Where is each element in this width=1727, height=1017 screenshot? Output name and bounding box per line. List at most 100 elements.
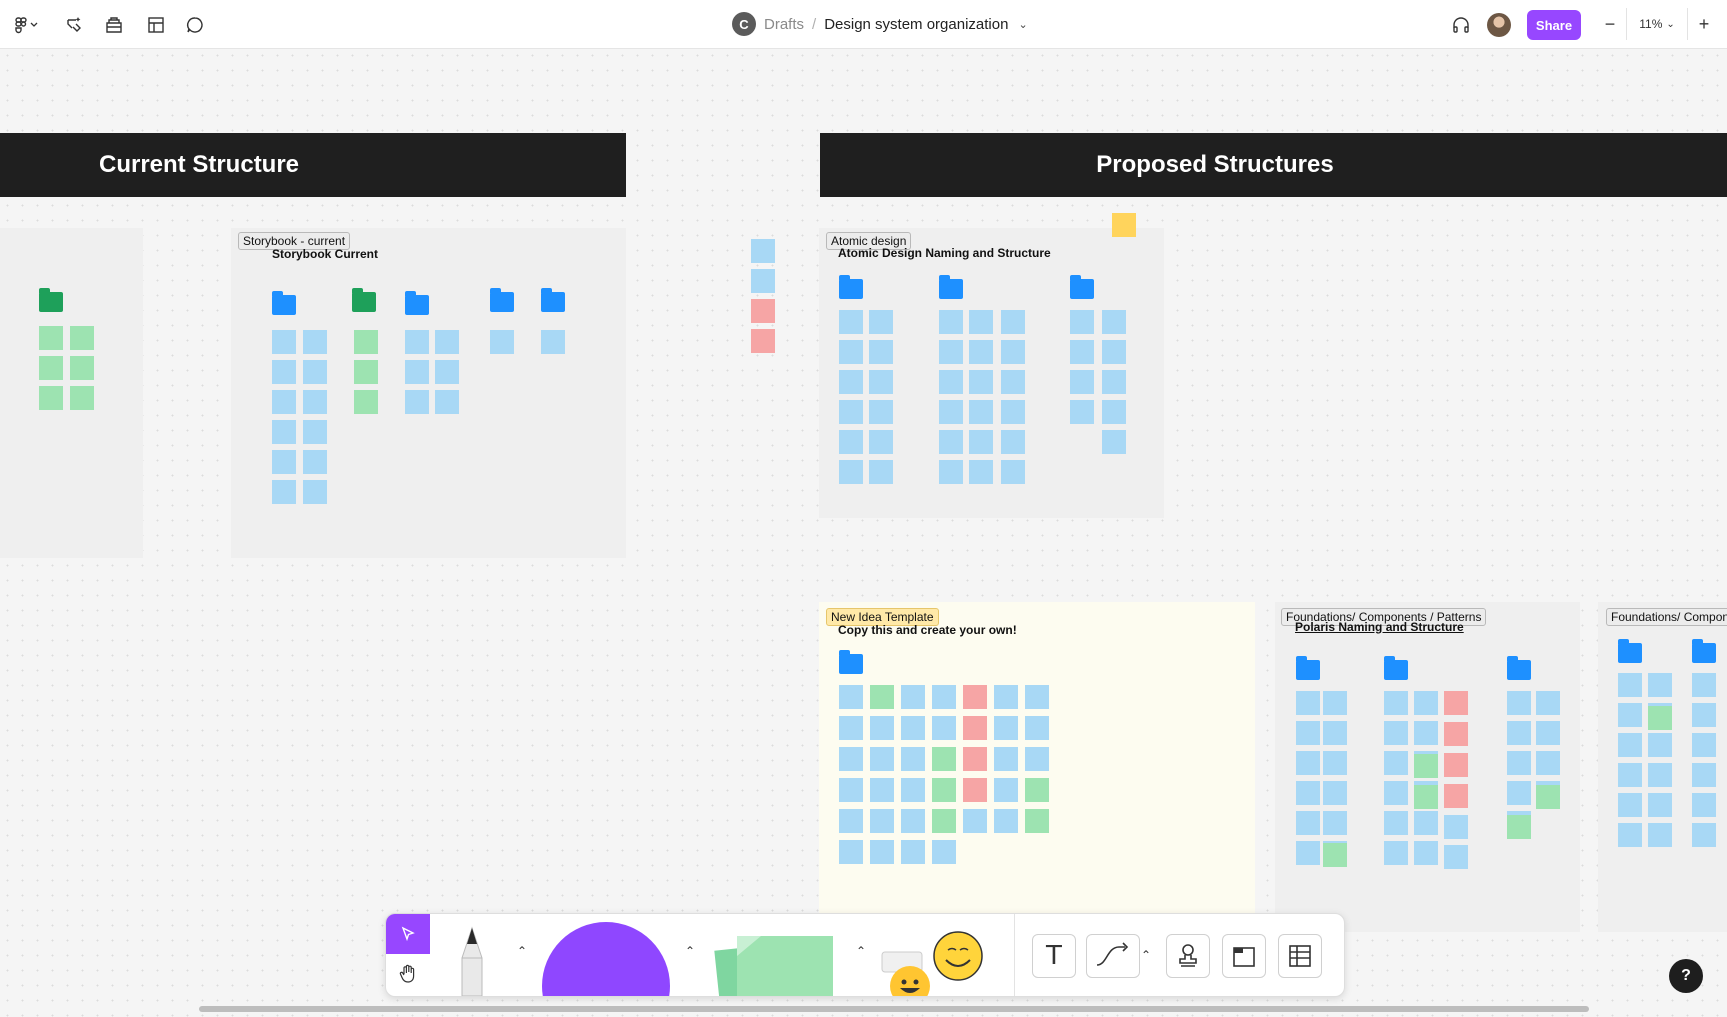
sticky-note[interactable] [870, 685, 894, 709]
move-tool-button[interactable] [386, 914, 430, 954]
sticky-note[interactable] [1102, 400, 1126, 424]
sticky-note[interactable] [1648, 733, 1672, 757]
sticky-note[interactable] [39, 386, 63, 410]
sticky-note[interactable] [1507, 815, 1531, 839]
sticky-note[interactable] [839, 778, 863, 802]
sticky-note[interactable] [969, 460, 993, 484]
sticky-note[interactable] [354, 390, 378, 414]
sticky-note[interactable] [839, 340, 863, 364]
connector-tool-button[interactable] [1086, 934, 1140, 978]
sticky-note[interactable] [70, 326, 94, 350]
sticky-note[interactable] [541, 330, 565, 354]
sticky-note[interactable] [303, 330, 327, 354]
sticky-note[interactable] [1536, 751, 1560, 775]
sticky-note[interactable] [1618, 703, 1642, 727]
sticky-note[interactable] [839, 840, 863, 864]
sticky-note[interactable] [1414, 841, 1438, 865]
sticky-note[interactable] [839, 747, 863, 771]
sticky-note[interactable] [870, 840, 894, 864]
sticky-note-tool-button[interactable] [711, 924, 841, 996]
sticky-note[interactable] [1323, 751, 1347, 775]
chevron-down-icon[interactable]: ⌄ [1018, 18, 1027, 31]
folder-icon[interactable] [1384, 656, 1408, 680]
sticky-note[interactable] [1296, 841, 1320, 865]
sticky-note[interactable] [963, 747, 987, 771]
sticky-note[interactable] [1296, 811, 1320, 835]
folder-icon[interactable] [1618, 639, 1642, 663]
sticky-note[interactable] [1296, 691, 1320, 715]
table-tool-button[interactable] [1278, 934, 1322, 978]
sticky-note[interactable] [932, 747, 956, 771]
sticky-note[interactable] [1618, 673, 1642, 697]
sticky-note[interactable] [870, 778, 894, 802]
sticky-note[interactable] [1384, 841, 1408, 865]
sticky-note[interactable] [869, 400, 893, 424]
sticky-note[interactable] [272, 330, 296, 354]
sticky-note[interactable] [490, 330, 514, 354]
sticky-note[interactable] [1384, 781, 1408, 805]
sticky-note[interactable] [1384, 691, 1408, 715]
pen-options-chevron[interactable]: ⌃ [513, 942, 531, 960]
sticky-note[interactable] [1536, 691, 1560, 715]
sticky-note[interactable] [1444, 753, 1468, 777]
sticky-note[interactable] [939, 400, 963, 424]
sticky-note[interactable] [994, 685, 1018, 709]
sticky-note[interactable] [939, 460, 963, 484]
sticky-note[interactable] [963, 716, 987, 740]
templates-icon[interactable] [145, 14, 167, 36]
sticky-note[interactable] [751, 299, 775, 323]
sticky-note[interactable] [405, 390, 429, 414]
help-button[interactable]: ? [1669, 959, 1703, 993]
sticky-note[interactable] [39, 326, 63, 350]
sticky-note[interactable] [1323, 721, 1347, 745]
sticky-note[interactable] [751, 269, 775, 293]
sticky-note[interactable] [839, 430, 863, 454]
sticky-note[interactable] [1692, 733, 1716, 757]
sticky-note[interactable] [1102, 340, 1126, 364]
sticky-options-chevron[interactable]: ⌃ [852, 942, 870, 960]
folder-icon[interactable] [839, 275, 863, 299]
team-avatar[interactable]: C [732, 12, 756, 36]
sticky-note[interactable] [272, 420, 296, 444]
sticky-note[interactable] [901, 716, 925, 740]
sticky-note[interactable] [1414, 785, 1438, 809]
sticky-note[interactable] [272, 450, 296, 474]
sticky-note[interactable] [932, 778, 956, 802]
folder-icon[interactable] [1296, 656, 1320, 680]
sticky-note[interactable] [869, 430, 893, 454]
sticky-note[interactable] [1001, 460, 1025, 484]
sticky-note[interactable] [303, 360, 327, 384]
folder-icon[interactable] [272, 291, 296, 315]
folder-icon[interactable] [839, 650, 863, 674]
sticky-note[interactable] [1070, 400, 1094, 424]
sticky-note[interactable] [1414, 811, 1438, 835]
sticky-note[interactable] [963, 685, 987, 709]
sticky-note[interactable] [1001, 430, 1025, 454]
sticky-note[interactable] [1444, 722, 1468, 746]
folder-icon[interactable] [541, 288, 565, 312]
sticky-note[interactable] [435, 390, 459, 414]
folder-icon[interactable] [352, 288, 376, 312]
sticky-note[interactable] [1384, 721, 1408, 745]
sticky-note[interactable] [839, 809, 863, 833]
sticky-note[interactable] [969, 370, 993, 394]
sticky-note[interactable] [839, 370, 863, 394]
sticky-note[interactable] [1692, 763, 1716, 787]
sticky-note[interactable] [70, 356, 94, 380]
sticky-note[interactable] [1692, 673, 1716, 697]
text-tool-button[interactable]: T [1032, 934, 1076, 978]
folder-icon[interactable] [39, 288, 63, 312]
sticky-note[interactable] [1618, 733, 1642, 757]
sticky-note[interactable] [303, 420, 327, 444]
shapes-options-chevron[interactable]: ⌃ [681, 942, 699, 960]
sticky-note[interactable] [1536, 785, 1560, 809]
sticky-note[interactable] [932, 685, 956, 709]
sticky-note[interactable] [1070, 310, 1094, 334]
sticky-note[interactable] [1444, 784, 1468, 808]
sticky-note[interactable] [1648, 823, 1672, 847]
current-structure-banner[interactable]: Current Structure [0, 133, 626, 197]
sticky-note[interactable] [1025, 716, 1049, 740]
sticky-note[interactable] [1025, 778, 1049, 802]
sticky-note[interactable] [1648, 673, 1672, 697]
sticky-note[interactable] [901, 747, 925, 771]
